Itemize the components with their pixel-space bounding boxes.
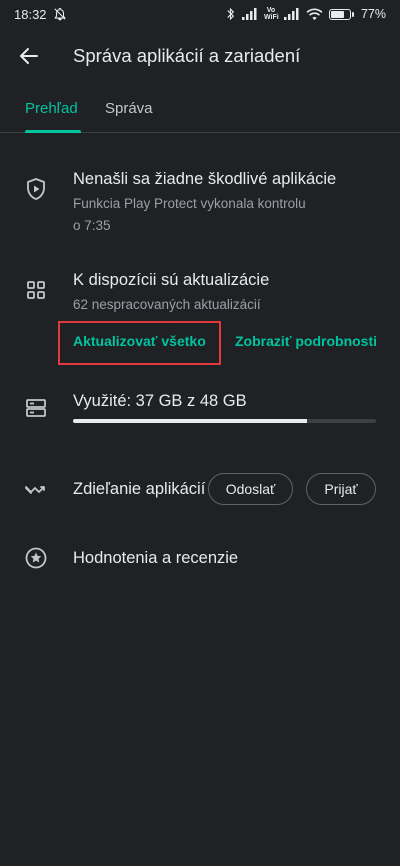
details-button-clip: Zobraziť podrobnosti [235, 333, 376, 353]
play-protect-subtitle: Funkcia Play Protect vykonala kontrolu o… [73, 193, 306, 237]
storage-label: Využité: 37 GB z 48 GB [73, 392, 247, 410]
star-rating-icon [25, 547, 47, 569]
wifi-icon [306, 8, 323, 20]
signal-2-icon [283, 8, 299, 20]
updates-subtitle: 62 nespracovaných aktualizácií [73, 297, 261, 312]
storage-progress-fill [73, 419, 307, 423]
notifications-off-icon [53, 7, 66, 21]
highlight-box [58, 321, 221, 365]
bluetooth-icon [227, 7, 235, 21]
battery-level: 77% [360, 7, 386, 21]
play-protect-subtitle-line1: Funkcia Play Protect vykonala kontrolu [73, 196, 306, 211]
tab-manage[interactable]: Správa [105, 100, 153, 117]
send-button[interactable]: Odoslať [208, 473, 293, 505]
share-apps-icon [25, 486, 45, 494]
back-arrow-icon[interactable] [17, 44, 41, 68]
play-protect-subtitle-line2: o 7:35 [73, 218, 111, 233]
signal-icon [241, 8, 257, 20]
receive-button[interactable]: Prijať [306, 473, 376, 505]
tab-bar: Prehľad Správa [0, 90, 400, 133]
vowifi-label: Vo WiFi [263, 7, 279, 21]
storage-icon [26, 399, 46, 417]
ratings-title: Hodnotenia a recenzie [73, 549, 239, 567]
tab-indicator [25, 130, 81, 133]
tab-overview[interactable]: Prehľad [25, 100, 78, 117]
status-bar: 18:32 Vo WiFi 77% [0, 0, 400, 28]
battery-icon [328, 8, 354, 20]
sharing-title: Zdieľanie aplikácií [73, 480, 206, 498]
updates-title: K dispozícii sú aktualizácie [73, 271, 270, 289]
play-protect-title: Nenašli sa žiadne škodlivé aplikácie [73, 170, 337, 188]
page-title: Správa aplikácií a zariadení [73, 45, 301, 66]
view-details-button[interactable]: Zobraziť podrobnosti [235, 333, 376, 349]
apps-grid-icon [27, 281, 45, 299]
storage-progress-bar [73, 419, 376, 423]
play-protect-shield-icon [27, 178, 45, 200]
status-time: 18:32 [14, 6, 47, 22]
app-bar: Správa aplikácií a zariadení [0, 36, 400, 76]
